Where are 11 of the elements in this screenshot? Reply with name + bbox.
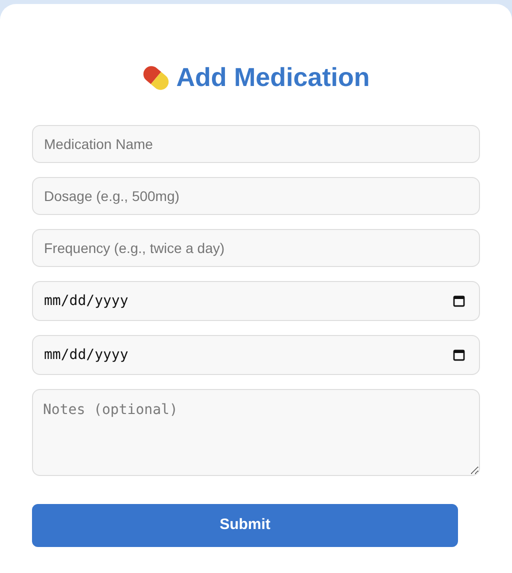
pill-icon — [142, 64, 170, 92]
date-field[interactable]: mm/dd/yyyy — [32, 335, 480, 375]
calendar-icon[interactable] — [453, 295, 465, 307]
submit-button[interactable]: Submit — [32, 504, 458, 547]
notes-field[interactable]: Notes (optional) — [32, 389, 480, 476]
text-field[interactable]: Frequency (e.g., twice a day) — [32, 229, 480, 267]
text-field[interactable]: Dosage (e.g., 500mg) — [32, 177, 480, 215]
date-field[interactable]: mm/dd/yyyy — [32, 281, 480, 321]
calendar-icon[interactable] — [453, 349, 465, 361]
page-title: Add Medication — [176, 61, 370, 94]
text-field[interactable]: Medication Name — [32, 125, 480, 163]
